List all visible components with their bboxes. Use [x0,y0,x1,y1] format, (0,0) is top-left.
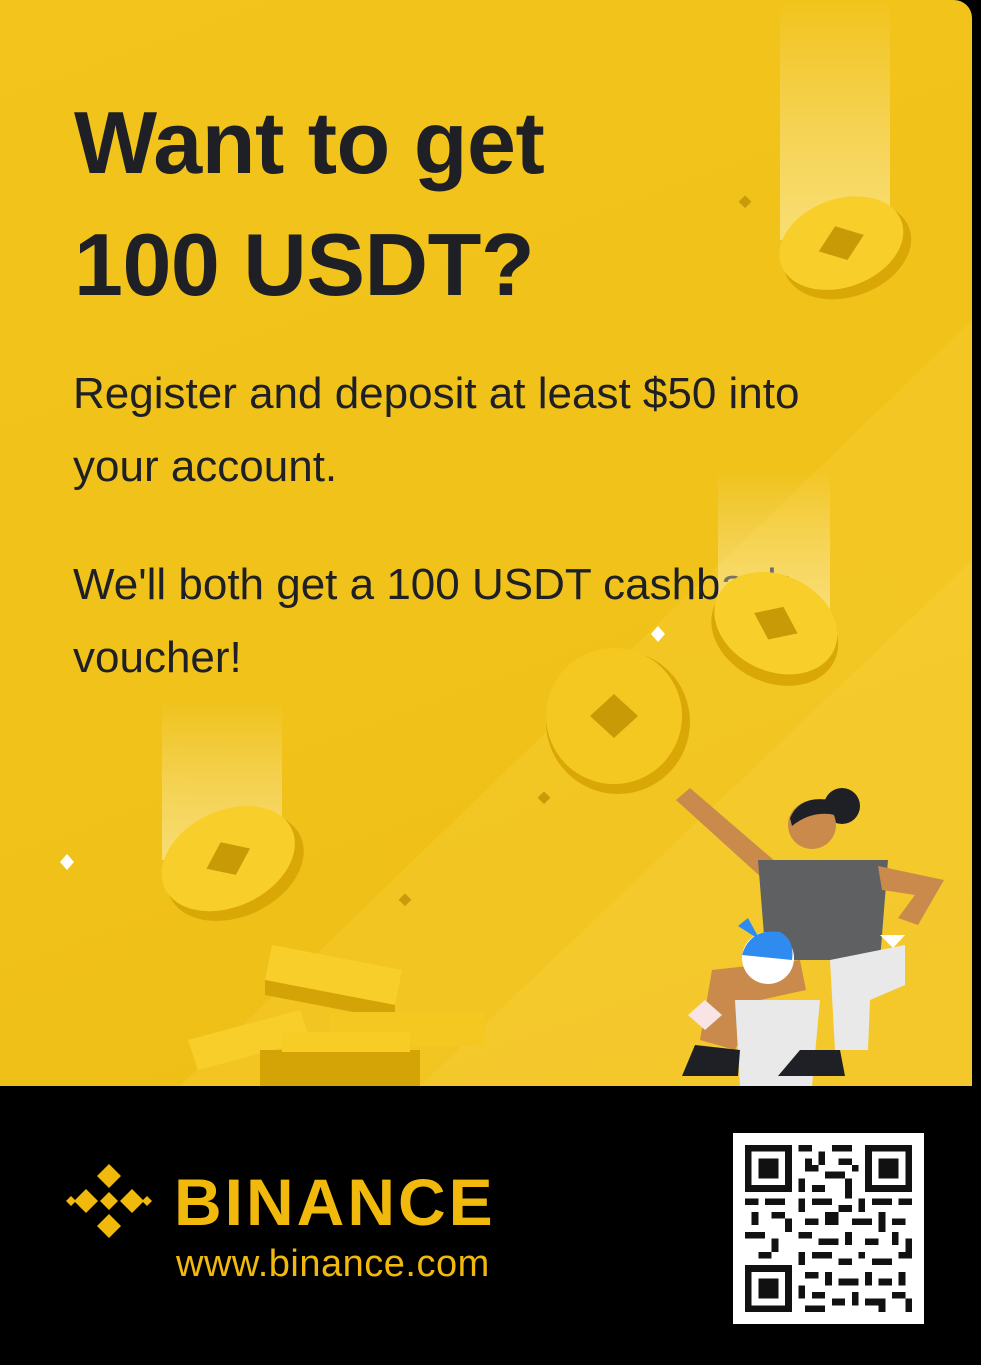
brand-name: BINANCE [174,1165,496,1239]
qr-code-icon [745,1145,912,1312]
person-illustration [676,788,944,1086]
coin-icon [711,571,839,686]
falling-coins-illustration [60,0,944,1086]
brand-url[interactable]: www.binance.com [176,1242,490,1286]
binance-diamond-icon [66,1164,152,1238]
promo-panel: Want to get 100 USDT? Register and depos… [0,0,972,1086]
light-trails [162,0,890,860]
binance-brand: BINANCE www.binance.com [64,1156,544,1296]
coin-stack [188,945,485,1086]
coin-icon [546,648,690,794]
referral-card: Want to get 100 USDT? Register and depos… [0,0,981,1365]
qr-code[interactable] [733,1133,924,1324]
